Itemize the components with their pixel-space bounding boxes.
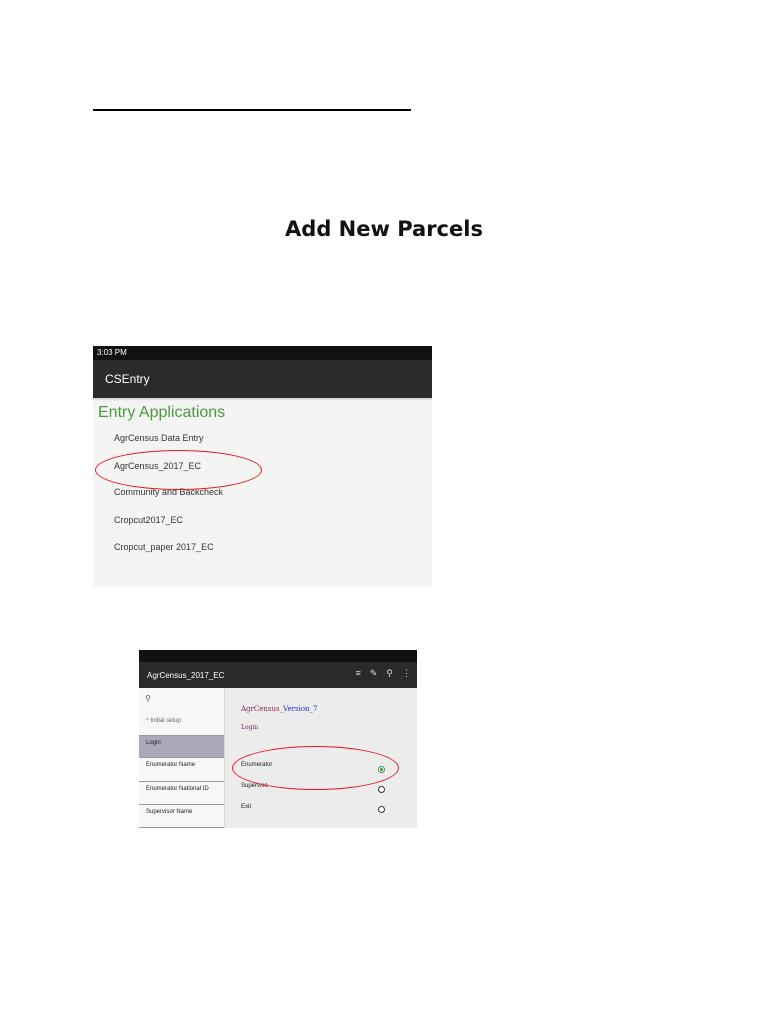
option-exit-label[interactable]: Exit xyxy=(241,804,251,810)
sidebar-item-enumerator-name[interactable]: Enumerator Name xyxy=(139,758,224,782)
sidebar-item-supervisor-name[interactable]: Supervisor Name xyxy=(139,805,224,828)
form-content: AgrCensus_Version_7 Login Enumerator Sup… xyxy=(225,688,417,828)
status-bar xyxy=(139,650,417,662)
status-time: 3:03 PM xyxy=(97,348,127,357)
option-supervisor-radio[interactable] xyxy=(378,786,385,793)
highlight-ellipse xyxy=(95,450,262,490)
form-version-title: AgrCensus_Version_7 xyxy=(241,705,318,713)
sidebar-item-login[interactable]: Login xyxy=(139,736,224,758)
csentry-screenshot: 3:03 PM CSEntry Entry Applications AgrCe… xyxy=(93,346,432,586)
search-icon[interactable]: ⚲ xyxy=(145,694,151,703)
edit-icon[interactable]: ✎ xyxy=(370,668,378,679)
agrcensus-screenshot: AgrCensus_2017_EC ≡ ✎ ⚲ ⋮ ⚲ ^ Initial se… xyxy=(139,650,417,828)
page-title: Add New Parcels xyxy=(285,217,483,241)
overflow-menu-icon[interactable]: ⋮ xyxy=(402,668,411,679)
app-bar: AgrCensus_2017_EC ≡ ✎ ⚲ ⋮ xyxy=(139,662,417,688)
question-sidebar: ⚲ ^ Initial setup Login Enumerator Name … xyxy=(139,688,225,828)
top-rule xyxy=(93,109,411,111)
status-bar: 3:03 PM xyxy=(93,346,432,360)
application-item[interactable]: AgrCensus Data Entry xyxy=(114,433,204,443)
sidebar-group-initial-setup[interactable]: ^ Initial setup xyxy=(139,714,224,736)
toolbar-actions: ≡ ✎ ⚲ ⋮ xyxy=(356,668,411,679)
app-title: AgrCensus_2017_EC xyxy=(147,671,225,680)
highlight-ellipse xyxy=(232,746,399,790)
app-bar: CSEntry xyxy=(93,360,432,398)
app-bar-shadow xyxy=(93,398,432,401)
option-exit-radio[interactable] xyxy=(378,806,385,813)
application-item[interactable]: Cropcut_paper 2017_EC xyxy=(114,542,214,552)
app-title: CSEntry xyxy=(105,372,150,386)
field-label: Login xyxy=(241,724,259,731)
section-heading: Entry Applications xyxy=(98,404,226,421)
sidebar-item-enumerator-national-id[interactable]: Enumerator National ID xyxy=(139,782,224,805)
application-item[interactable]: Cropcut2017_EC xyxy=(114,515,183,525)
search-icon[interactable]: ⚲ xyxy=(386,668,393,679)
list-icon[interactable]: ≡ xyxy=(356,668,361,679)
